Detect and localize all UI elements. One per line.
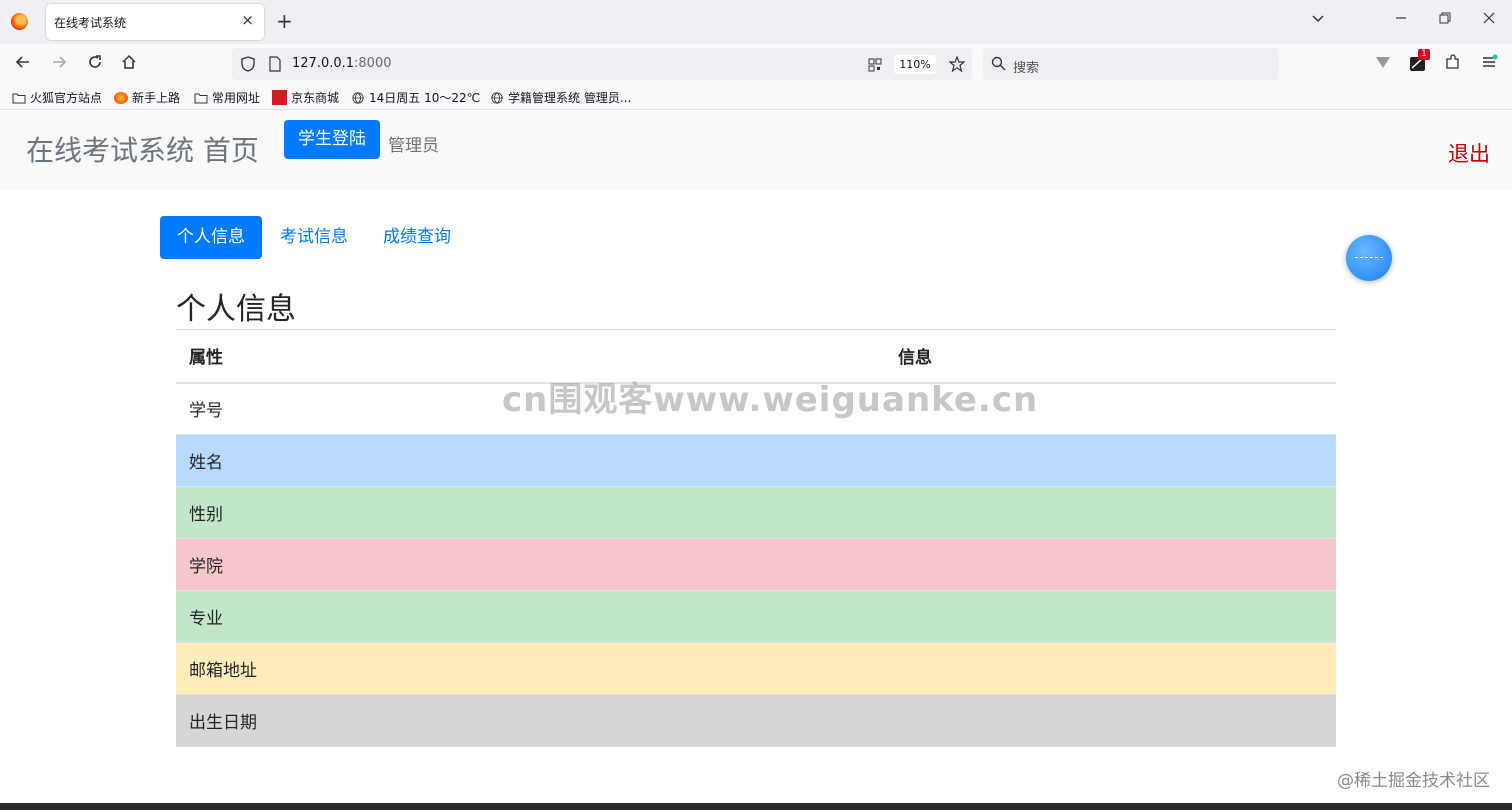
url-text[interactable]: 127.0.0.1:8000 (292, 56, 392, 71)
bookmark-item[interactable]: 火狐官方站点 (12, 89, 102, 106)
bookmark-label: 京东商城 (291, 91, 340, 105)
bookmark-item[interactable]: 14日周五 10～22℃ (351, 89, 480, 106)
row-value (885, 538, 1336, 591)
search-placeholder: 搜索 (1013, 61, 1040, 76)
tab-score-query[interactable]: 成绩查询 (383, 216, 451, 259)
taskbar-strip (0, 803, 1512, 810)
search-bar[interactable]: 搜索 (983, 48, 1279, 80)
zoom-level-button[interactable]: 110% (894, 55, 936, 74)
jd-logo-icon (272, 90, 287, 105)
search-icon (991, 56, 1006, 75)
bookmark-label: 火狐官方站点 (30, 91, 103, 105)
bookmark-star-icon[interactable] (948, 55, 966, 77)
page-icon (268, 56, 282, 76)
site-header: 在线考试系统 首页 学生登陆 管理员 退出 (0, 111, 1512, 189)
restore-icon[interactable] (1438, 10, 1452, 30)
bookmark-item[interactable]: 学籍管理系统 管理员... (490, 89, 631, 106)
floating-assistant-button[interactable] (1346, 235, 1392, 281)
site-brand[interactable]: 在线考试系统 首页 (26, 129, 259, 169)
table-row: 姓名 (176, 434, 1336, 487)
browser-tab-active[interactable]: 在线考试系统 × (46, 4, 264, 40)
watermark-text: cn围观客www.weiguanke.cn (502, 380, 1039, 420)
table-row: 学院 (176, 538, 1336, 591)
bookmark-label: 14日周五 10～22℃ (369, 91, 481, 105)
close-window-icon[interactable] (1482, 10, 1496, 30)
table-row: 性别 (176, 486, 1336, 539)
reload-icon[interactable] (86, 53, 104, 76)
bookmark-label: 学籍管理系统 管理员... (508, 91, 632, 105)
extension-icon[interactable]: 1 (1408, 49, 1430, 78)
row-value (885, 486, 1336, 539)
row-label: 专业 (176, 590, 885, 643)
bookmark-label: 常用网址 (212, 91, 261, 105)
browser-toolbar: 127.0.0.1:8000 110% 搜索 1 (0, 44, 1512, 84)
forward-icon[interactable] (50, 53, 68, 76)
url-host: 127.0.0.1 (292, 56, 355, 71)
bookmark-item[interactable]: 新手上路 (114, 89, 180, 106)
qr-code-icon[interactable] (868, 57, 882, 76)
row-label: 姓名 (176, 434, 885, 487)
row-value (885, 642, 1336, 695)
student-login-button[interactable]: 学生登陆 (284, 120, 380, 159)
bookmarks-bar: 火狐官方站点 新手上路 常用网址 京东商城 14日周五 10～22℃ 学籍管理系… (0, 84, 1512, 110)
tab-title: 在线考试系统 (54, 16, 127, 30)
vpn-extension-icon[interactable] (1374, 53, 1392, 76)
extensions-puzzle-icon[interactable] (1444, 53, 1462, 76)
extension-badge: 1 (1418, 49, 1430, 60)
menu-icon[interactable] (1480, 53, 1498, 76)
bookmark-item[interactable]: 常用网址 (194, 89, 260, 106)
table-row: 专业 (176, 590, 1336, 643)
row-label: 出生日期 (176, 694, 885, 747)
row-label: 邮箱地址 (176, 642, 885, 695)
bookmark-label: 新手上路 (132, 91, 181, 105)
table-row: 出生日期 (176, 694, 1336, 747)
table-row: 邮箱地址 (176, 642, 1336, 695)
minimize-icon[interactable] (1394, 10, 1408, 30)
tab-close-icon[interactable]: × (241, 11, 254, 29)
row-value (885, 434, 1336, 487)
row-value (885, 590, 1336, 643)
firefox-logo-icon (11, 13, 28, 30)
url-port: :8000 (354, 56, 392, 71)
tab-exam-info[interactable]: 考试信息 (280, 216, 348, 259)
back-icon[interactable] (14, 53, 32, 76)
home-icon[interactable] (120, 53, 138, 76)
shield-icon[interactable] (240, 55, 256, 77)
new-tab-icon[interactable]: + (276, 9, 293, 33)
row-label: 学院 (176, 538, 885, 591)
url-bar[interactable]: 127.0.0.1:8000 110% (232, 48, 972, 80)
firefox-icon (114, 92, 128, 104)
browser-tabstrip: 在线考试系统 × + (0, 0, 1512, 44)
bookmark-item[interactable]: 京东商城 (272, 89, 339, 106)
logout-link[interactable]: 退出 (1448, 138, 1490, 168)
page-title: 个人信息 (176, 292, 296, 327)
row-label: 性别 (176, 486, 885, 539)
admin-link[interactable]: 管理员 (388, 131, 439, 156)
tab-personal-info[interactable]: 个人信息 (160, 216, 262, 259)
row-value (885, 694, 1336, 747)
tab-list-chevron-icon[interactable] (1310, 10, 1326, 30)
corner-watermark: @稀土掘金技术社区 (1337, 771, 1490, 791)
